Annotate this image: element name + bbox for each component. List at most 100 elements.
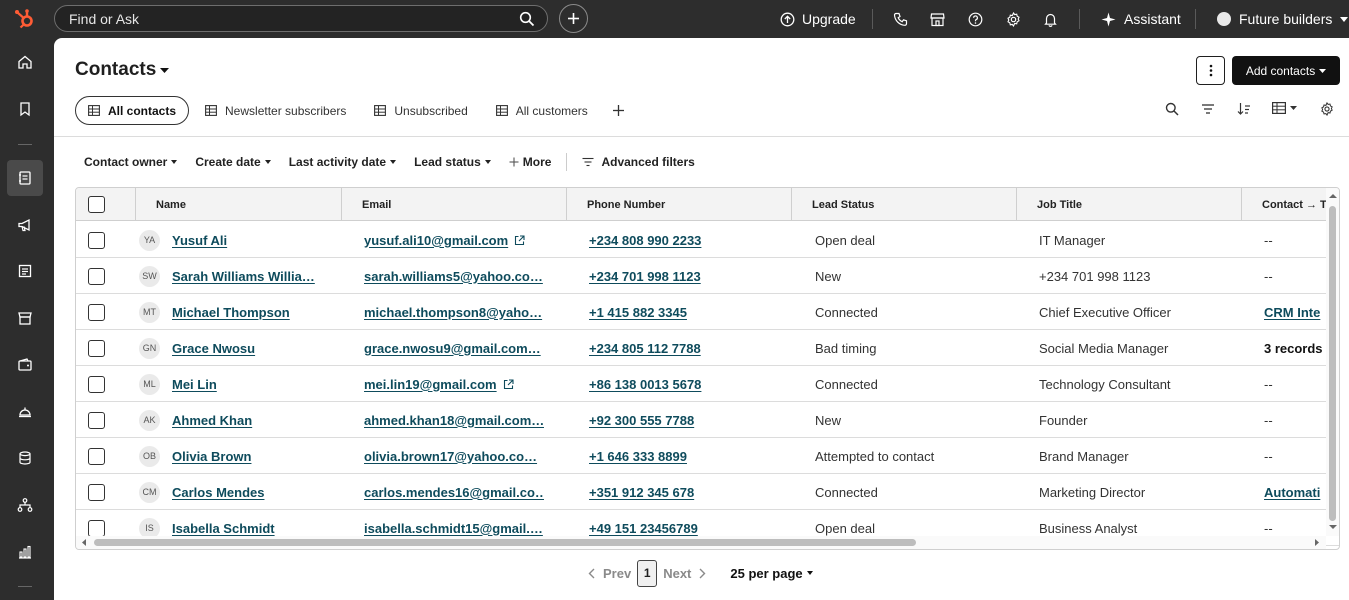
rail-contacts-icon[interactable] (7, 160, 43, 196)
column-header-email[interactable]: Email (342, 188, 567, 221)
add-contacts-button[interactable]: Add contacts (1232, 56, 1340, 85)
filter-lead-status[interactable]: Lead status (414, 155, 491, 169)
tab-all-customers[interactable]: All customers (484, 96, 600, 125)
phone-link[interactable]: +92 300 555 7788 (589, 413, 694, 428)
search-input[interactable] (69, 10, 499, 27)
filter-contact-owner[interactable]: Contact owner (84, 155, 178, 169)
phone-link[interactable]: +1 415 882 3345 (589, 305, 687, 320)
select-all-checkbox[interactable] (88, 196, 105, 213)
marketplace-icon[interactable] (930, 0, 945, 38)
notifications-bell-icon[interactable] (1043, 0, 1058, 38)
phone-link[interactable]: +1 646 333 8899 (589, 449, 687, 464)
hubspot-logo-icon[interactable] (13, 7, 37, 31)
contact-name-link[interactable]: Sarah Williams Willia… (172, 269, 315, 284)
external-link-icon[interactable] (503, 378, 514, 390)
tab-all-contacts[interactable]: All contacts (75, 96, 190, 125)
search-icon[interactable] (519, 11, 535, 27)
table-row[interactable]: OB Olivia Brown olivia.brown17@yahoo.co… +1… (76, 438, 1339, 474)
column-header-phone[interactable]: Phone Number (567, 188, 792, 221)
email-link[interactable]: sarah.williams5@yahoo.co… (364, 269, 543, 284)
contact-name-link[interactable]: Yusuf Ali (172, 233, 227, 248)
table-row[interactable]: MT Michael Thompson michael.thompson8@yaho… (76, 294, 1339, 330)
email-link[interactable]: mei.lin19@gmail.com (364, 377, 497, 392)
advanced-filters-button[interactable]: Advanced filters (582, 155, 695, 169)
rail-commerce-icon[interactable] (7, 300, 43, 336)
email-link[interactable]: michael.thompson8@yaho… (364, 305, 542, 320)
column-header-lead-status[interactable]: Lead Status (792, 188, 1017, 221)
contact-name-link[interactable]: Isabella Schmidt (172, 521, 275, 536)
rail-reporting-chart-icon[interactable] (7, 534, 43, 570)
horizontal-scrollbar[interactable] (76, 536, 1326, 549)
contact-name-link[interactable]: Grace Nwosu (172, 341, 255, 356)
filter-last-activity-date[interactable]: Last activity date (289, 155, 397, 169)
table-layout-dropdown[interactable] (1272, 102, 1297, 114)
email-link[interactable]: carlos.mendes16@gmail.co… (364, 485, 544, 500)
email-link[interactable]: yusuf.ali10@gmail.com (364, 233, 508, 248)
vertical-scroll-thumb[interactable] (1329, 206, 1336, 521)
email-link[interactable]: ahmed.khan18@gmail.com… (364, 413, 544, 428)
rail-wallet-icon[interactable] (7, 347, 43, 383)
phone-icon[interactable] (893, 0, 908, 38)
filter-lines-icon[interactable] (1201, 102, 1215, 116)
settings-gear-icon[interactable] (1006, 0, 1021, 38)
phone-link[interactable]: +234 701 998 1123 (589, 269, 701, 284)
add-view-plus-icon[interactable] (612, 104, 625, 117)
table-row[interactable]: YA Yusuf Ali yusuf.ali10@gmail.com +234 808… (76, 222, 1339, 258)
table-row[interactable]: CM Carlos Mendes carlos.mendes16@gmail.co…… (76, 474, 1339, 510)
row-checkbox[interactable] (88, 339, 105, 357)
row-checkbox[interactable] (88, 447, 105, 465)
tab-newsletter-subscribers[interactable]: Newsletter subscribers (193, 96, 358, 125)
rail-service-bell-icon[interactable] (7, 393, 43, 429)
help-icon[interactable] (968, 0, 983, 38)
table-settings-gear-icon[interactable] (1320, 102, 1334, 116)
table-row[interactable]: SW Sarah Williams Willia… sarah.williams5@… (76, 258, 1339, 294)
table-search-icon[interactable] (1165, 102, 1179, 116)
more-filters-button[interactable]: More (509, 155, 551, 169)
rail-home-icon[interactable] (7, 44, 43, 80)
associated-records-value[interactable]: Automati (1264, 485, 1320, 500)
phone-link[interactable]: +234 805 112 7788 (589, 341, 701, 356)
current-page-number[interactable]: 1 (637, 559, 658, 587)
phone-link[interactable]: +49 151 23456789 (589, 521, 698, 536)
external-link-icon[interactable] (514, 234, 525, 246)
column-header-associated-records[interactable]: Contact → T (1242, 188, 1326, 221)
rail-automation-network-icon[interactable] (7, 487, 43, 523)
phone-link[interactable]: +86 138 0013 5678 (589, 377, 701, 392)
assistant-button[interactable]: Assistant (1101, 0, 1181, 38)
contact-name-link[interactable]: Michael Thompson (172, 305, 290, 320)
page-title-dropdown[interactable]: Contacts (75, 59, 170, 81)
tab-unsubscribed[interactable]: Unsubscribed (362, 96, 479, 125)
contact-name-link[interactable]: Carlos Mendes (172, 485, 264, 500)
per-page-dropdown[interactable]: 25 per page (730, 566, 813, 581)
row-checkbox[interactable] (88, 483, 105, 501)
row-checkbox[interactable] (88, 519, 105, 537)
vertical-scrollbar[interactable] (1326, 188, 1339, 536)
email-link[interactable]: isabella.schmidt15@gmail.… (364, 521, 543, 536)
row-checkbox[interactable] (88, 231, 105, 249)
column-header-job-title[interactable]: Job Title (1017, 188, 1242, 221)
associated-records-value[interactable]: CRM Inte (1264, 305, 1320, 320)
associated-records-value[interactable]: 3 records (1264, 341, 1323, 356)
rail-data-database-icon[interactable] (7, 440, 43, 476)
filter-create-date[interactable]: Create date (195, 155, 271, 169)
phone-link[interactable]: +351 912 345 678 (589, 485, 694, 500)
row-checkbox[interactable] (88, 375, 105, 393)
next-page-button[interactable]: Next (663, 566, 706, 581)
sort-icon[interactable] (1237, 102, 1251, 116)
prev-page-button[interactable]: Prev (588, 566, 631, 581)
rail-bookmark-icon[interactable] (7, 91, 43, 127)
rail-marketing-megaphone-icon[interactable] (7, 207, 43, 243)
horizontal-scroll-thumb[interactable] (94, 539, 916, 546)
global-search[interactable] (54, 5, 548, 32)
more-actions-button[interactable] (1196, 56, 1225, 85)
account-menu[interactable]: Future builders (1217, 0, 1349, 38)
email-link[interactable]: grace.nwosu9@gmail.com… (364, 341, 541, 356)
row-checkbox[interactable] (88, 303, 105, 321)
table-row[interactable]: AK Ahmed Khan ahmed.khan18@gmail.com… +92 3… (76, 402, 1339, 438)
email-link[interactable]: olivia.brown17@yahoo.co… (364, 449, 537, 464)
row-checkbox[interactable] (88, 267, 105, 285)
rail-content-icon[interactable] (7, 253, 43, 289)
contact-name-link[interactable]: Ahmed Khan (172, 413, 252, 428)
phone-link[interactable]: +234 808 990 2233 (589, 233, 701, 248)
table-row[interactable]: GN Grace Nwosu grace.nwosu9@gmail.com… +234… (76, 330, 1339, 366)
